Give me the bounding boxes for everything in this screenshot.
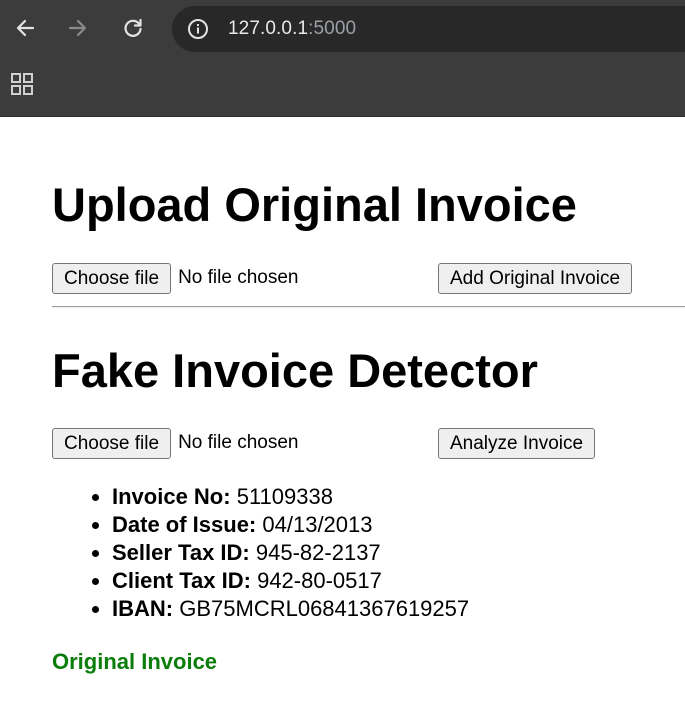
upload-choose-file-button[interactable]: Choose file	[52, 262, 172, 294]
field-label: Seller Tax ID:	[112, 540, 250, 565]
browser-toolbar: 127.0.0.1:5000	[0, 0, 685, 58]
field-value: 942-80-0517	[257, 568, 382, 593]
bookmarks-bar	[0, 58, 685, 117]
list-item: Invoice No: 51109338	[112, 483, 469, 511]
url-text: 127.0.0.1:5000	[228, 18, 356, 40]
apps-grid-icon[interactable]	[10, 72, 36, 98]
upload-file-input[interactable]: Choose file No file chosen	[52, 262, 299, 294]
list-item: Client Tax ID: 942-80-0517	[112, 567, 469, 595]
invoice-fields-list: Invoice No: 51109338 Date of Issue: 04/1…	[52, 483, 469, 623]
analyze-invoice-button[interactable]: Analyze Invoice	[438, 428, 596, 459]
add-original-invoice-button[interactable]: Add Original Invoice	[438, 263, 633, 294]
detector-file-input[interactable]: Choose file No file chosen	[52, 427, 299, 459]
upload-file-status: No file chosen	[178, 267, 299, 288]
section-divider	[52, 306, 685, 308]
url-port: :5000	[308, 18, 357, 39]
detector-section-title: Fake Invoice Detector	[52, 344, 538, 397]
back-arrow-icon[interactable]	[9, 12, 41, 44]
field-value: 945-82-2137	[255, 540, 381, 565]
field-label: Date of Issue:	[112, 512, 257, 537]
detector-file-status: No file chosen	[178, 432, 299, 453]
list-item: IBAN: GB75MCRL06841367619257	[112, 595, 469, 623]
url-host: 127.0.0.1	[228, 18, 309, 39]
field-value: GB75MCRL06841367619257	[179, 596, 470, 621]
upload-section-title: Upload Original Invoice	[52, 178, 577, 231]
result-status: Original Invoice	[52, 649, 218, 674]
field-label: Invoice No:	[112, 484, 231, 509]
field-value: 04/13/2013	[262, 512, 373, 537]
field-value: 51109338	[236, 484, 333, 509]
address-bar[interactable]: 127.0.0.1:5000	[172, 6, 685, 52]
list-item: Seller Tax ID: 945-82-2137	[112, 539, 469, 567]
list-item: Date of Issue: 04/13/2013	[112, 511, 469, 539]
reload-icon[interactable]	[117, 12, 149, 44]
field-label: Client Tax ID:	[112, 568, 251, 593]
forward-arrow-icon[interactable]	[62, 12, 94, 44]
field-label: IBAN:	[112, 596, 174, 621]
detector-choose-file-button[interactable]: Choose file	[52, 427, 172, 459]
info-icon[interactable]	[186, 17, 210, 41]
